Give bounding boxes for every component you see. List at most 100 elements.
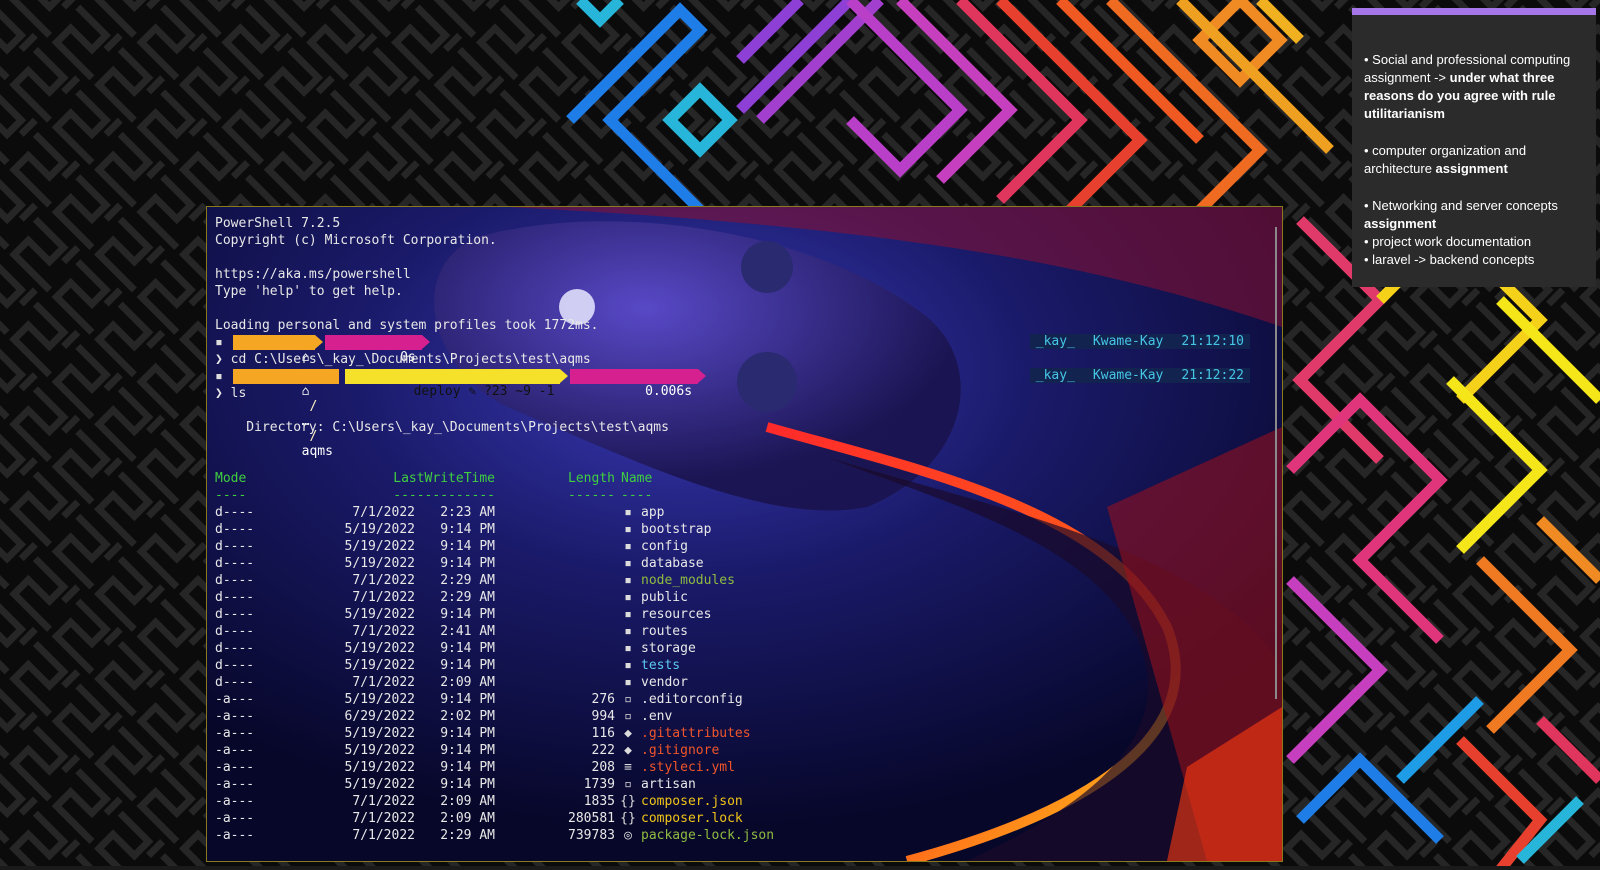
listing-row: -a--- 7/1/2022 2:29 AM 739783 ◎ package-lock.… xyxy=(215,827,1268,844)
directory-label: Directory: C:\Users\_kay_\Documents\Proj… xyxy=(215,420,669,435)
file-type-icon: {} xyxy=(620,794,636,809)
file-type-icon: ◆ xyxy=(624,743,632,758)
file-type-icon: ▪ xyxy=(624,539,632,554)
mode-cell: -a--- xyxy=(215,709,255,724)
listing-rows: d---- 7/1/2022 2:23 AM ▪ app d---- 5/19/2022 9:… xyxy=(215,504,1268,844)
name-cell: composer.lock xyxy=(641,811,743,826)
sticky-note[interactable]: • Social and professional computing assi… xyxy=(1352,8,1596,287)
command-text: cd C:\Users\_kay_\Documents\Projects\tes… xyxy=(230,352,591,367)
note-item: • computer organization and architecture… xyxy=(1364,143,1527,176)
mode-cell: -a--- xyxy=(215,692,255,707)
date-cell: 5/19/2022 xyxy=(344,760,415,775)
length-cell: 222 xyxy=(591,743,615,758)
mode-cell: -a--- xyxy=(215,760,255,775)
prompt-char: ❯ xyxy=(215,386,223,401)
banner-line: Type 'help' to get help. xyxy=(215,284,403,299)
listing-row: d---- 5/19/2022 9:14 PM ▪ database xyxy=(215,555,1268,572)
listing-row: d---- 7/1/2022 2:29 AM ▪ public xyxy=(215,589,1268,606)
terminal-scrollbar[interactable] xyxy=(1275,227,1277,699)
name-cell: routes xyxy=(641,624,688,639)
prompt-line-1: ▪ ⌂ 0s _kay_ Kwame-Kay 21:12:10 xyxy=(215,334,1268,365)
banner-line xyxy=(215,300,1268,317)
length-cell xyxy=(495,657,615,674)
banner-line: Copyright (c) Microsoft Corporation. xyxy=(215,233,497,248)
prompt-line-2: ▪ ⌂ / … / aqms deploy ✎ ?23 ~9 -1 0.006s… xyxy=(215,368,1268,459)
mode-cell: -a--- xyxy=(215,743,255,758)
time-cell: 2:29 AM xyxy=(440,828,495,843)
listing-row: -a--- 5/19/2022 9:14 PM 276 ▫ .editorconfig xyxy=(215,691,1268,708)
date-cell: 5/19/2022 xyxy=(344,692,415,707)
command-line-1[interactable]: ❯ cd C:\Users\_kay_\Documents\Projects\t… xyxy=(215,351,1268,368)
time-cell: 2:02 PM xyxy=(440,709,495,724)
length-cell xyxy=(495,623,615,640)
time-cell: 2:09 AM xyxy=(440,794,495,809)
mode-cell: d---- xyxy=(215,573,255,588)
mode-cell: d---- xyxy=(215,607,255,622)
time-cell: 2:41 AM xyxy=(440,624,495,639)
mode-cell: -a--- xyxy=(215,726,255,741)
name-cell: bootstrap xyxy=(641,522,712,537)
os-icon: ▪ xyxy=(215,335,223,350)
date-cell: 5/19/2022 xyxy=(344,726,415,741)
time-cell: 9:14 PM xyxy=(440,539,495,554)
file-type-icon: ◎ xyxy=(624,828,632,843)
time-cell: 2:29 AM xyxy=(440,590,495,605)
note-item: • project work documentation xyxy=(1364,234,1532,249)
path-segment: ⌂ / … / aqms xyxy=(233,369,339,459)
listing-row: -a--- 5/19/2022 9:14 PM 116 ◆ .gitattributes xyxy=(215,725,1268,742)
length-cell: 280581 xyxy=(568,811,615,826)
time-cell: 2:09 AM xyxy=(440,811,495,826)
date-cell: 5/19/2022 xyxy=(344,658,415,673)
right-prompt-2: _kay_ Kwame-Kay 21:12:22 xyxy=(1029,368,1250,383)
listing-row: -a--- 5/19/2022 9:14 PM 208 ≡ .styleci.yml xyxy=(215,759,1268,776)
date-cell: 5/19/2022 xyxy=(344,539,415,554)
duration-segment: 0.006s xyxy=(570,369,706,399)
banner-line: PowerShell 7.2.5 xyxy=(215,216,341,231)
listing-row: d---- 5/19/2022 9:14 PM ▪ tests xyxy=(215,657,1268,674)
terminal-window[interactable]: PowerShell 7.2.5 Copyright (c) Microsoft… xyxy=(206,206,1283,862)
file-type-icon: ▪ xyxy=(624,675,632,690)
name-cell: .gitignore xyxy=(641,743,720,758)
name-cell: composer.json xyxy=(641,794,743,809)
header-name: Name xyxy=(621,471,653,486)
time-cell: 9:14 PM xyxy=(440,760,495,775)
note-item: • laravel -> backend concepts xyxy=(1364,252,1535,267)
user-name: _kay_ xyxy=(1035,334,1075,349)
clock-time: 21:12:22 xyxy=(1181,368,1244,383)
time-cell: 9:14 PM xyxy=(440,522,495,537)
date-cell: 5/19/2022 xyxy=(344,522,415,537)
terminal-output: PowerShell 7.2.5 Copyright (c) Microsoft… xyxy=(215,215,1268,844)
mode-cell: d---- xyxy=(215,522,255,537)
file-type-icon: ▪ xyxy=(624,590,632,605)
file-type-icon: ▪ xyxy=(624,573,632,588)
banner-line xyxy=(215,249,1268,266)
date-cell: 7/1/2022 xyxy=(352,573,415,588)
file-type-icon: ▪ xyxy=(624,522,632,537)
date-cell: 7/1/2022 xyxy=(352,505,415,520)
prompt-char: ❯ xyxy=(215,352,223,367)
name-cell: package-lock.json xyxy=(641,828,775,843)
date-cell: 7/1/2022 xyxy=(352,675,415,690)
listing-row: d---- 5/19/2022 9:14 PM ▪ storage xyxy=(215,640,1268,657)
file-type-icon: ▪ xyxy=(624,607,632,622)
command-line-2[interactable]: ❯ ls xyxy=(215,385,1268,402)
listing-row: -a--- 5/19/2022 9:14 PM 1739 ▫ artisan xyxy=(215,776,1268,793)
header-lastwritetime: LastWriteTime xyxy=(393,471,495,486)
header-length: Length xyxy=(568,471,615,486)
mode-cell: d---- xyxy=(215,556,255,571)
name-cell: artisan xyxy=(641,777,696,792)
time-cell: 9:14 PM xyxy=(440,607,495,622)
listing-row: d---- 5/19/2022 9:14 PM ▪ resources xyxy=(215,606,1268,623)
time-cell: 9:14 PM xyxy=(440,743,495,758)
mode-cell: d---- xyxy=(215,505,255,520)
mode-cell: d---- xyxy=(215,641,255,656)
date-cell: 5/19/2022 xyxy=(344,777,415,792)
banner-line: https://aka.ms/powershell xyxy=(215,267,411,282)
listing-row: -a--- 7/1/2022 2:09 AM 1835 {} composer.json xyxy=(215,793,1268,810)
name-cell: public xyxy=(641,590,688,605)
file-type-icon: {} xyxy=(620,811,636,826)
clock-time: 21:12:10 xyxy=(1181,334,1244,349)
mode-cell: d---- xyxy=(215,590,255,605)
length-cell xyxy=(495,555,615,572)
listing-header: Mode LastWriteTime Length Name xyxy=(215,470,1268,487)
